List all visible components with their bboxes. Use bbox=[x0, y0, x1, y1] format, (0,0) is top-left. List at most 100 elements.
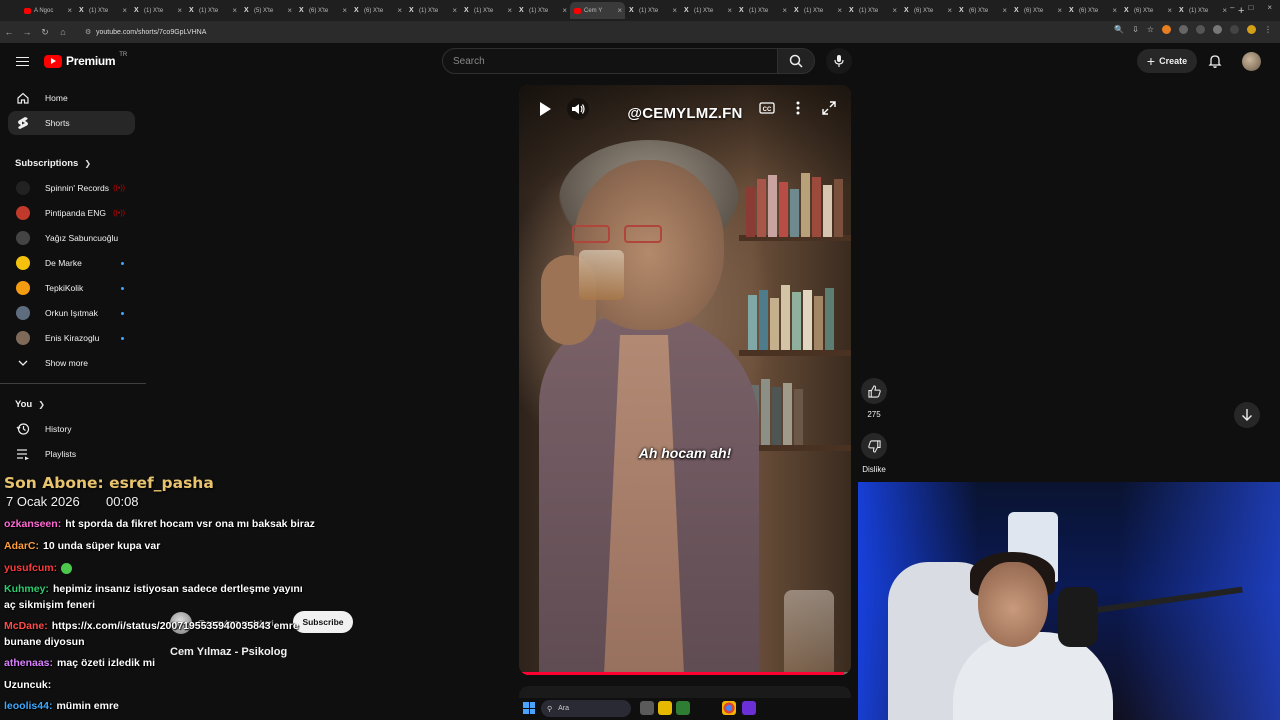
profile-icon[interactable] bbox=[1247, 25, 1256, 34]
subscription-item[interactable]: Yağız Sabuncuoğlu bbox=[8, 226, 135, 250]
close-tab-icon[interactable]: × bbox=[122, 6, 127, 15]
browser-tab[interactable]: X (1) X'te × bbox=[75, 2, 130, 19]
more-options-icon[interactable] bbox=[793, 100, 803, 116]
you-heading[interactable]: You ❯ bbox=[15, 399, 45, 410]
browser-tab[interactable]: X (1) X'te × bbox=[130, 2, 185, 19]
browser-tab[interactable]: X (1) X'te × bbox=[735, 2, 790, 19]
close-tab-icon[interactable]: × bbox=[397, 6, 402, 15]
close-tab-icon[interactable]: × bbox=[1057, 6, 1062, 15]
close-tab-icon[interactable]: × bbox=[232, 6, 237, 15]
dislike-button[interactable] bbox=[861, 433, 887, 459]
close-tab-icon[interactable]: × bbox=[177, 6, 182, 15]
close-tab-icon[interactable]: × bbox=[1002, 6, 1007, 15]
subscription-item[interactable]: Spinnin' Records ((•)) bbox=[8, 176, 135, 200]
video-progress-bar[interactable] bbox=[519, 672, 851, 675]
create-button[interactable]: + Create bbox=[1137, 49, 1197, 73]
search-button[interactable] bbox=[777, 48, 815, 74]
maximize-icon[interactable]: □ bbox=[1248, 3, 1253, 12]
forward-icon[interactable]: → bbox=[18, 27, 36, 37]
subscription-item[interactable]: Orkun Işıtmak bbox=[8, 301, 135, 325]
browser-tab[interactable]: X (1) X'te × bbox=[405, 2, 460, 19]
like-button[interactable] bbox=[861, 378, 887, 404]
windows-start-icon[interactable] bbox=[523, 702, 535, 714]
browser-tab[interactable]: X (1) X'te × bbox=[625, 2, 680, 19]
browser-tab[interactable]: A Ngoc × bbox=[20, 2, 75, 19]
show-more-button[interactable]: Show more bbox=[8, 351, 135, 375]
sidebar-item-history[interactable]: History bbox=[8, 417, 135, 441]
task-view-icon[interactable] bbox=[640, 701, 654, 715]
browser-tab[interactable]: X (5) X'te × bbox=[240, 2, 295, 19]
account-avatar[interactable] bbox=[1242, 52, 1261, 71]
browser-tab[interactable]: X (1) X'te × bbox=[680, 2, 735, 19]
close-tab-icon[interactable]: × bbox=[507, 6, 512, 15]
fullscreen-icon[interactable] bbox=[821, 100, 837, 116]
browser-tab[interactable]: X (6) X'te × bbox=[900, 2, 955, 19]
sidebar-item-shorts[interactable]: Shorts bbox=[8, 111, 135, 135]
file-explorer-icon[interactable] bbox=[658, 701, 672, 715]
extensions-puzzle-icon[interactable] bbox=[1213, 25, 1222, 34]
subscription-item[interactable]: TepkiKolik bbox=[8, 276, 135, 300]
app-icon[interactable] bbox=[742, 701, 756, 715]
close-tab-icon[interactable]: × bbox=[342, 6, 347, 15]
close-tab-icon[interactable]: × bbox=[1167, 6, 1172, 15]
bookmark-star-icon[interactable]: ☆ bbox=[1147, 25, 1154, 34]
shorts-video-player[interactable]: @CEMYLMZ.FN CC Ah hocam ah! bbox=[519, 85, 851, 675]
minimize-icon[interactable]: – bbox=[1230, 3, 1234, 12]
app-icon[interactable] bbox=[676, 701, 690, 715]
zoom-icon[interactable]: 🔍 bbox=[1114, 25, 1124, 34]
close-tab-icon[interactable]: × bbox=[287, 6, 292, 15]
next-short-preview[interactable] bbox=[519, 686, 851, 698]
extension-icon[interactable] bbox=[1196, 25, 1205, 34]
close-window-icon[interactable]: × bbox=[1267, 3, 1272, 12]
chrome-icon[interactable] bbox=[722, 701, 736, 715]
close-tab-icon[interactable]: × bbox=[67, 6, 72, 15]
browser-tab[interactable]: Cem Y × bbox=[570, 2, 625, 19]
close-tab-icon[interactable]: × bbox=[672, 6, 677, 15]
close-tab-icon[interactable]: × bbox=[837, 6, 842, 15]
browser-tab[interactable]: X (1) X'te × bbox=[790, 2, 845, 19]
close-tab-icon[interactable]: × bbox=[1112, 6, 1117, 15]
browser-tab[interactable]: X (1) X'te × bbox=[845, 2, 900, 19]
voice-search-button[interactable] bbox=[826, 48, 852, 74]
close-tab-icon[interactable]: × bbox=[727, 6, 732, 15]
close-tab-icon[interactable]: × bbox=[947, 6, 952, 15]
subscription-item[interactable]: De Marke bbox=[8, 251, 135, 275]
browser-tab[interactable]: X (6) X'te × bbox=[1065, 2, 1120, 19]
sidebar-item-home[interactable]: Home bbox=[8, 86, 135, 110]
browser-tab[interactable]: X (1) X'te × bbox=[515, 2, 570, 19]
install-icon[interactable]: ⇩ bbox=[1132, 25, 1139, 34]
search-input[interactable] bbox=[443, 49, 763, 73]
close-tab-icon[interactable]: × bbox=[452, 6, 457, 15]
browser-tab[interactable]: X (1) X'te × bbox=[1175, 2, 1230, 19]
youtube-premium-logo[interactable]: Premium TR bbox=[44, 52, 127, 68]
sidepanel-icon[interactable] bbox=[1230, 25, 1239, 34]
close-tab-icon[interactable]: × bbox=[562, 6, 567, 15]
browser-tab[interactable]: X (6) X'te × bbox=[955, 2, 1010, 19]
close-tab-icon[interactable]: × bbox=[617, 6, 622, 15]
close-tab-icon[interactable]: × bbox=[892, 6, 897, 15]
close-tab-icon[interactable]: × bbox=[782, 6, 787, 15]
browser-tab[interactable]: X (6) X'te × bbox=[1120, 2, 1175, 19]
taskbar-search[interactable]: ⚲ Ara bbox=[541, 700, 631, 717]
sidebar-item-playlists[interactable]: Playlists bbox=[8, 442, 135, 466]
close-tab-icon[interactable]: × bbox=[1222, 6, 1227, 15]
url-field[interactable]: ⚙ youtube.com/shorts/7co9GpLVHNA bbox=[80, 25, 1100, 39]
subscriptions-heading[interactable]: Subscriptions ❯ bbox=[15, 158, 91, 169]
browser-tab[interactable]: X (6) X'te × bbox=[350, 2, 405, 19]
next-short-button[interactable] bbox=[1234, 402, 1260, 428]
browser-tab[interactable]: X (6) X'te × bbox=[1010, 2, 1065, 19]
browser-tab[interactable]: X (1) X'te × bbox=[460, 2, 515, 19]
hamburger-menu-icon[interactable] bbox=[16, 54, 30, 68]
site-info-icon[interactable]: ⚙ bbox=[85, 28, 91, 36]
back-icon[interactable]: ← bbox=[0, 27, 18, 37]
home-icon[interactable]: ⌂ bbox=[54, 27, 72, 37]
browser-tab[interactable]: X (6) X'te × bbox=[295, 2, 350, 19]
extension-icon[interactable] bbox=[1179, 25, 1188, 34]
notifications-bell-icon[interactable] bbox=[1207, 53, 1223, 69]
subscription-item[interactable]: Enis Kirazoglu bbox=[8, 326, 135, 350]
subscribe-button[interactable]: Subscribe bbox=[293, 611, 353, 633]
reload-icon[interactable]: ↻ bbox=[36, 27, 54, 38]
subscription-item[interactable]: Pintipanda ENG ((•)) bbox=[8, 201, 135, 225]
browser-menu-icon[interactable]: ⋮ bbox=[1264, 25, 1272, 34]
extension-icon[interactable] bbox=[1162, 25, 1171, 34]
